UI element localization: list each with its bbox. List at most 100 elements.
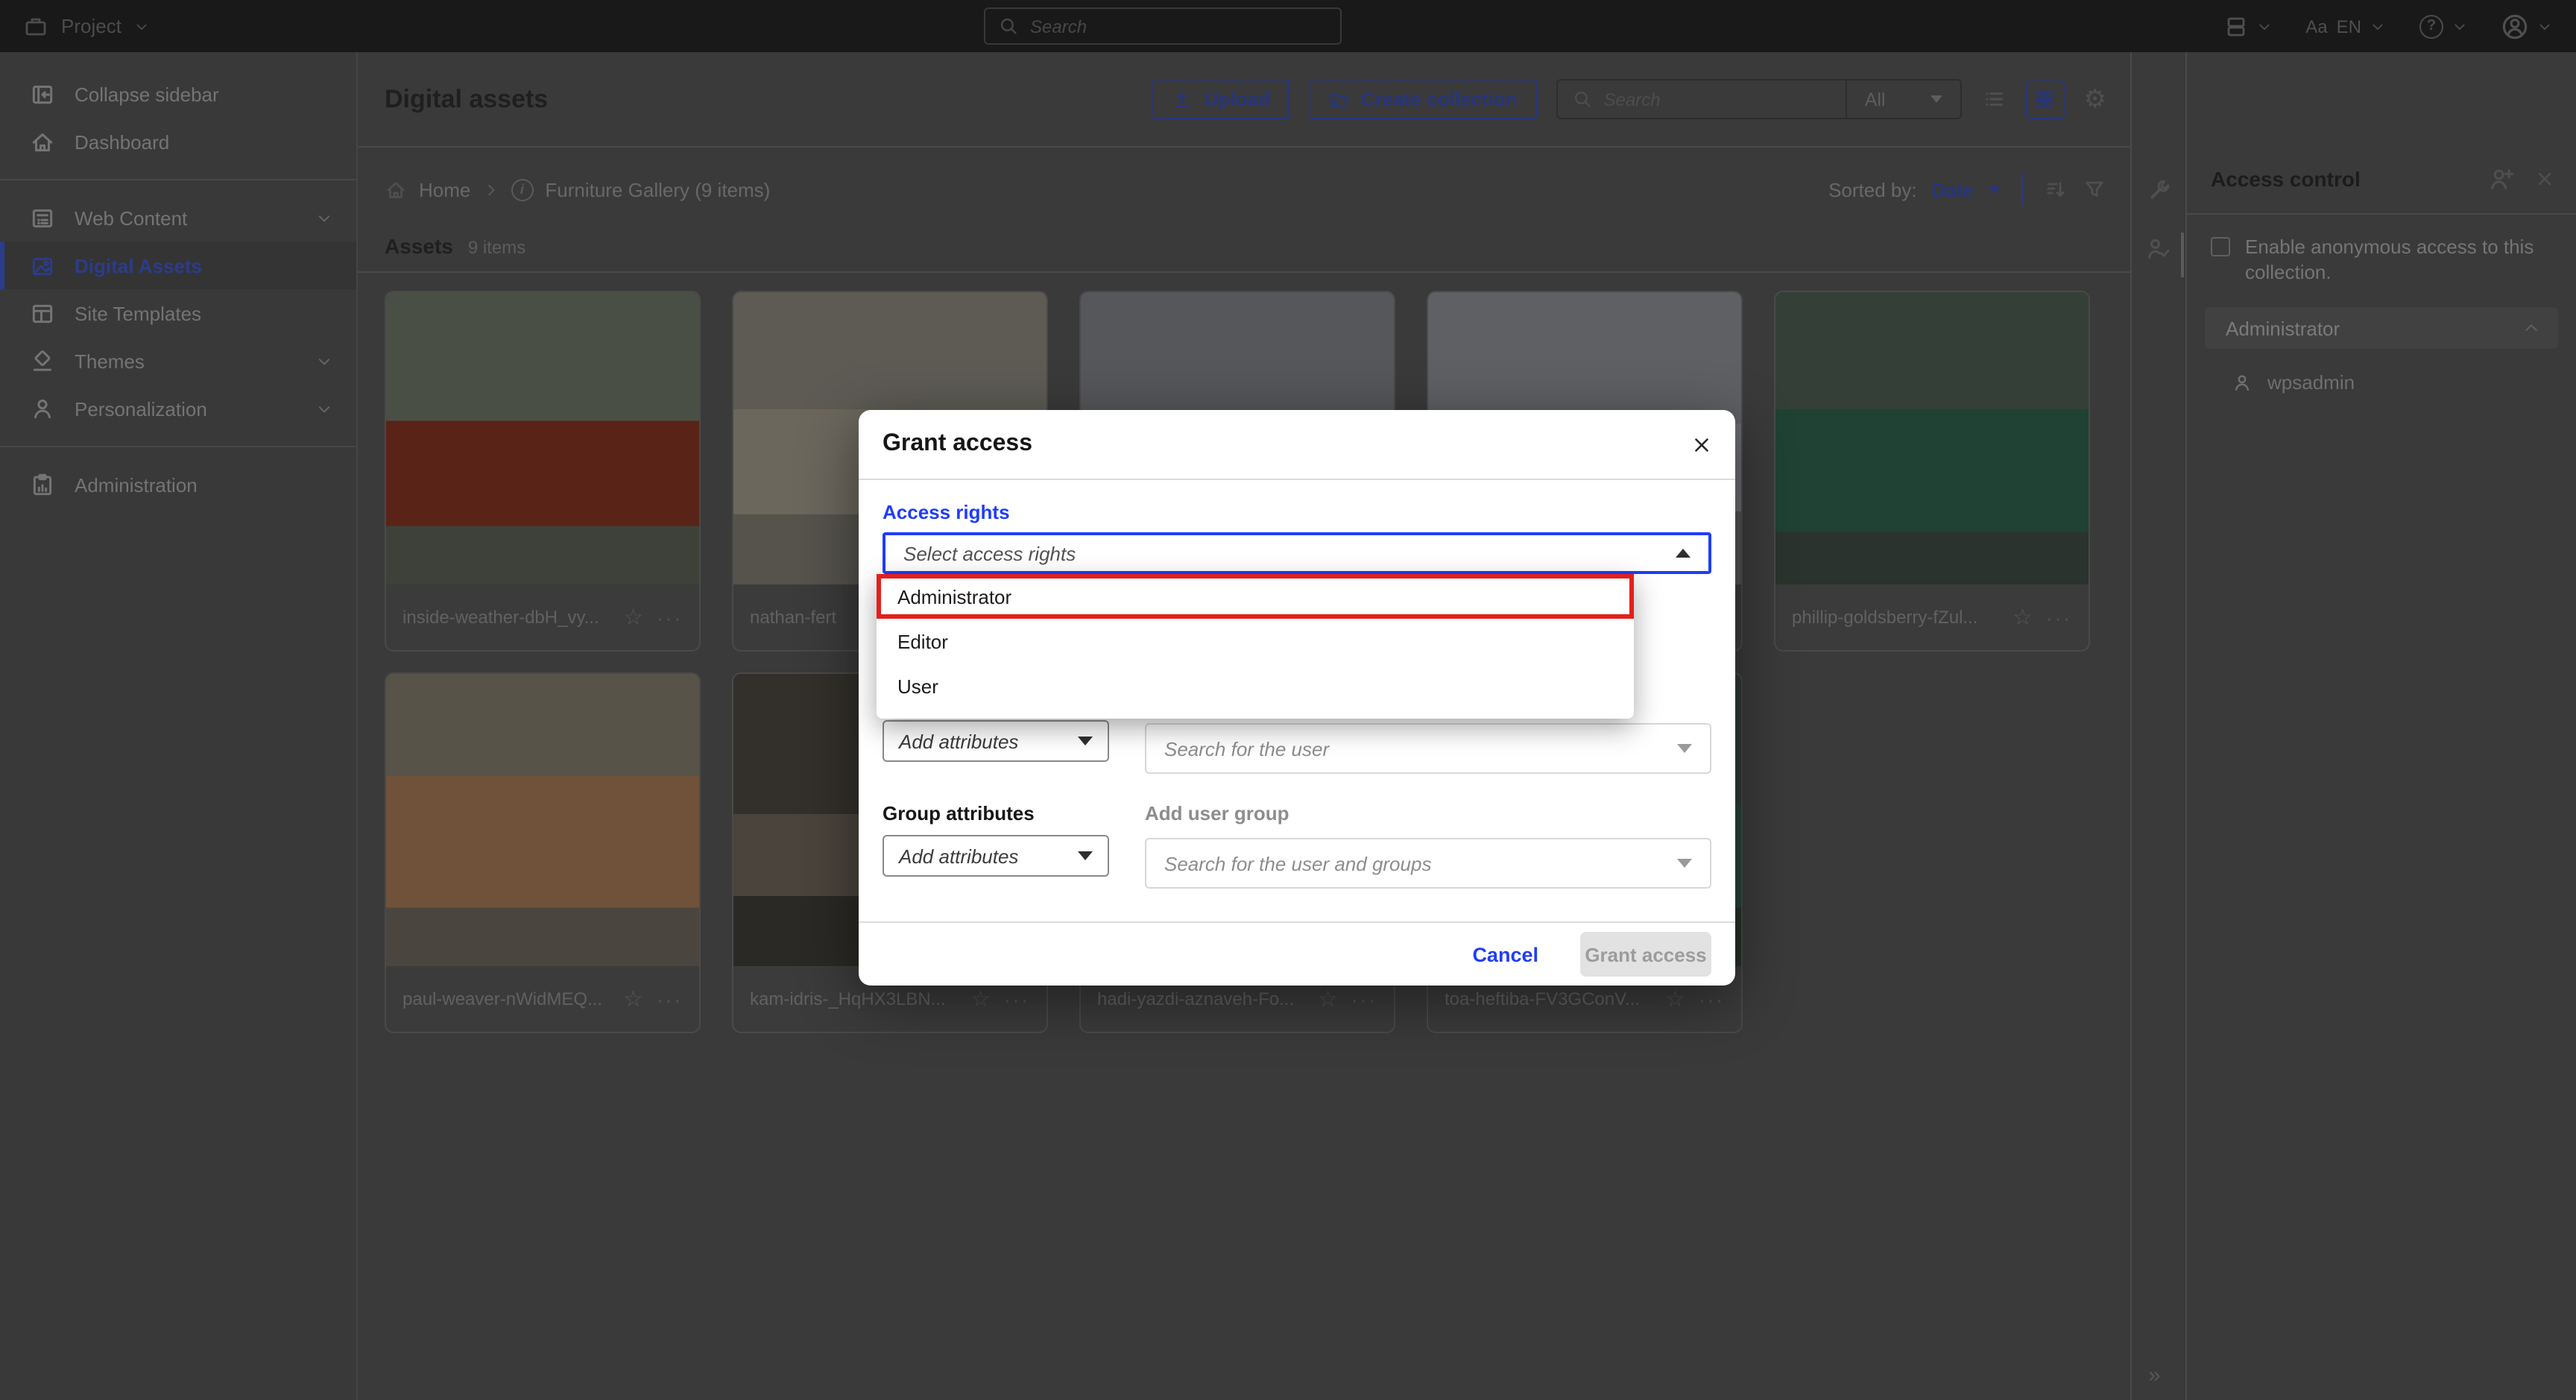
caret-down-icon: [1989, 186, 2001, 193]
star-icon[interactable]: ☆: [2012, 604, 2033, 631]
dropdown-option-user[interactable]: User: [877, 663, 1634, 708]
star-icon[interactable]: ☆: [1318, 986, 1338, 1012]
asset-card-footer: inside-weather-dbH_vy... ☆ ···: [386, 584, 699, 650]
group-search-combobox[interactable]: Search for the user and groups: [1145, 838, 1711, 889]
asset-thumbnail[interactable]: [1775, 292, 2089, 584]
chevron-down-icon: [316, 400, 332, 417]
sidebar-item-label: Digital Assets: [75, 254, 202, 277]
asset-thumbnail[interactable]: [386, 292, 699, 584]
divider: [358, 271, 2130, 273]
asset-card[interactable]: inside-weather-dbH_vy... ☆ ···: [385, 291, 701, 652]
user-search-placeholder: Search for the user: [1164, 737, 1329, 760]
info-icon[interactable]: i: [511, 178, 533, 201]
devices-menu[interactable]: [2223, 14, 2271, 38]
asset-card[interactable]: paul-weaver-nWidMEQ... ☆ ···: [385, 672, 701, 1033]
dropdown-option-administrator[interactable]: Administrator: [877, 574, 1634, 619]
star-icon[interactable]: ☆: [623, 986, 643, 1012]
user-plus-icon[interactable]: [2488, 165, 2515, 192]
topbar: Project Aa EN: [0, 0, 2576, 52]
overflow-menu-icon[interactable]: ···: [657, 988, 683, 1010]
breadcrumb-home[interactable]: Home: [419, 178, 470, 201]
global-search: [984, 7, 1342, 45]
dropdown-option-editor[interactable]: Editor: [877, 619, 1634, 663]
home-icon: [30, 129, 55, 154]
administrator-section-header[interactable]: Administrator: [2205, 307, 2558, 349]
group-attributes-select[interactable]: Add attributes: [883, 835, 1109, 877]
overflow-menu-icon[interactable]: ···: [1699, 988, 1725, 1010]
wrench-icon[interactable]: [2147, 177, 2172, 203]
caret-up-icon: [1676, 549, 1690, 558]
cancel-button[interactable]: Cancel: [1472, 943, 1538, 965]
star-icon[interactable]: ☆: [1665, 986, 1685, 1012]
site-templates-icon: [30, 300, 55, 326]
themes-icon: [30, 348, 55, 373]
sidebar-item-site-templates[interactable]: Site Templates: [0, 289, 356, 337]
sidebar-item-collapse[interactable]: Collapse sidebar: [0, 70, 356, 118]
chevron-down-icon: [316, 353, 332, 369]
user-menu[interactable]: [2501, 13, 2552, 40]
close-icon[interactable]: [2534, 168, 2555, 189]
grant-access-button[interactable]: Grant access: [1580, 932, 1711, 977]
overflow-menu-icon[interactable]: ···: [657, 606, 683, 628]
user-attributes-select[interactable]: Add attributes: [883, 720, 1109, 762]
list-view-button[interactable]: [1981, 86, 2007, 112]
sidebar-item-dashboard[interactable]: Dashboard: [0, 118, 356, 165]
sidebar-item-themes[interactable]: Themes: [0, 337, 356, 385]
sort-direction-icon[interactable]: [2044, 177, 2068, 201]
avatar-icon: [2501, 13, 2528, 40]
search-icon: [1573, 89, 1592, 109]
overflow-menu-icon[interactable]: ···: [1004, 988, 1030, 1010]
help-menu[interactable]: ?: [2419, 14, 2467, 38]
sidebar: Collapse sidebar Dashboard Web Content D…: [0, 52, 358, 1400]
star-icon[interactable]: ☆: [970, 986, 991, 1012]
star-icon[interactable]: ☆: [623, 604, 643, 631]
gear-icon[interactable]: ⚙: [2084, 86, 2107, 112]
anonymous-access-row: Enable anonymous access to this collecti…: [2187, 215, 2576, 285]
overflow-menu-icon[interactable]: ···: [1351, 988, 1377, 1010]
access-rights-select[interactable]: Select access rights: [883, 532, 1711, 574]
search-scope-dropdown[interactable]: All: [1846, 81, 1960, 118]
active-tool-indicator: [2181, 233, 2184, 277]
sidebar-item-label: Site Templates: [75, 302, 201, 324]
sidebar-item-label: Themes: [75, 350, 145, 372]
sidebar-item-label: Dashboard: [75, 130, 169, 153]
sidebar-item-personalization[interactable]: Personalization: [0, 385, 356, 432]
asset-thumbnail[interactable]: [386, 674, 699, 966]
asset-search: All: [1556, 79, 1962, 119]
home-icon: [385, 178, 407, 201]
user-check-icon[interactable]: [2145, 236, 2172, 262]
project-switcher[interactable]: Project: [24, 14, 150, 38]
sort-value-dropdown[interactable]: Date: [1932, 178, 1974, 201]
image-icon: [30, 253, 55, 278]
overflow-menu-icon[interactable]: ···: [2046, 606, 2072, 628]
caret-down-icon: [1931, 95, 1942, 103]
user-search-combobox[interactable]: Search for the user: [1145, 723, 1711, 774]
add-user-group-label: Add user group: [1145, 802, 1289, 824]
expand-panel-icon[interactable]: »: [2148, 1363, 2161, 1388]
sidebar-item-digital-assets[interactable]: Digital Assets: [0, 242, 356, 289]
briefcase-icon: [24, 14, 48, 38]
create-collection-button[interactable]: Create collection: [1309, 79, 1537, 119]
anonymous-access-label: Enable anonymous access to this collecti…: [2245, 234, 2555, 285]
global-search-input[interactable]: [1030, 16, 1327, 37]
access-rights-dropdown: Administrator Editor User: [877, 574, 1634, 719]
assets-header: Assets 9 items: [358, 234, 2130, 258]
asset-name: inside-weather-dbH_vy...: [402, 607, 610, 628]
grid-view-button[interactable]: [2026, 80, 2065, 119]
close-icon[interactable]: [1690, 433, 1713, 455]
caret-down-icon: [1078, 737, 1093, 745]
language-menu[interactable]: Aa EN: [2305, 16, 2385, 37]
sidebar-item-administration[interactable]: Administration: [0, 461, 356, 508]
sidebar-item-web-content[interactable]: Web Content: [0, 194, 356, 242]
group-attributes-placeholder: Add attributes: [899, 845, 1018, 867]
access-rights-label: Access rights: [883, 501, 1010, 523]
language-label: EN: [2337, 16, 2361, 37]
asset-card[interactable]: phillip-goldsberry-fZul... ☆ ···: [1774, 291, 2090, 652]
sidebar-item-label: Web Content: [75, 206, 187, 229]
group-attributes-label: Group attributes: [883, 802, 1035, 824]
asset-search-input[interactable]: [1604, 89, 1834, 110]
upload-button[interactable]: Upload: [1152, 79, 1289, 119]
clipboard-icon: [30, 472, 55, 497]
anonymous-access-checkbox[interactable]: [2211, 237, 2230, 256]
filter-icon[interactable]: [2083, 177, 2106, 201]
